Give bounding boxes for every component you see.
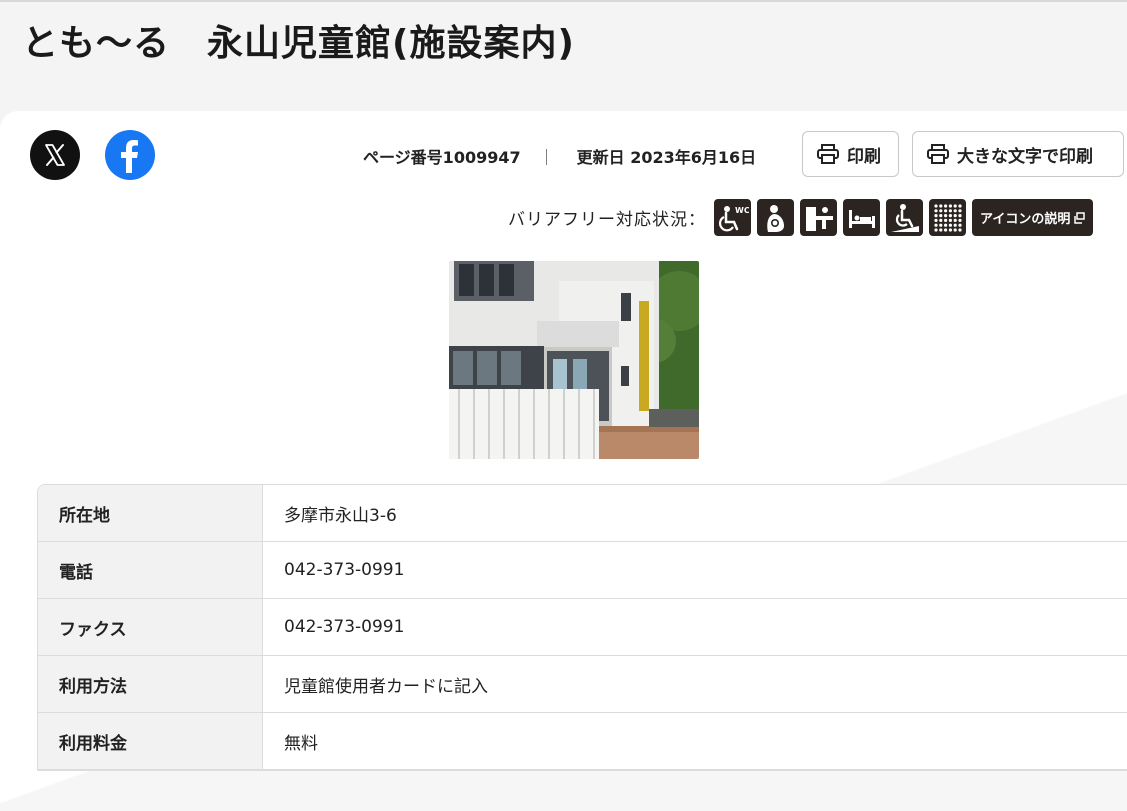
icon-description-label: アイコンの説明 [980, 212, 1071, 227]
icon-description-link[interactable]: アイコンの説明 [972, 199, 1094, 236]
phone-value: 042-373-0991 [263, 542, 1127, 599]
facebook-share-link[interactable] [105, 130, 155, 180]
printer-icon [927, 144, 949, 164]
printer-icon [817, 144, 839, 164]
accessible-toilet-icon: WC [714, 199, 751, 236]
table-row: 利用方法 児童館使用者カードに記入 [38, 656, 1127, 713]
bed-icon [843, 199, 880, 236]
usage-method-label: 利用方法 [38, 656, 263, 713]
updated-date: 更新日 2023年6月16日 [576, 148, 757, 167]
usage-fee-label: 利用料金 [38, 713, 263, 770]
large-print-label: 大きな文字で印刷 [957, 146, 1093, 167]
fax-label: ファクス [38, 599, 263, 656]
nursing-room-icon [757, 199, 794, 236]
phone-label: 電話 [38, 542, 263, 599]
table-row: 利用料金 無料 [38, 713, 1127, 770]
page-title: とも〜る 永山児童館(施設案内) [22, 23, 575, 64]
large-print-button[interactable]: 大きな文字で印刷 [912, 131, 1124, 177]
meta-separator: ｜ [538, 148, 555, 167]
usage-method-value: 児童館使用者カードに記入 [263, 656, 1127, 713]
svg-text:WC: WC [735, 206, 749, 215]
building-photo [449, 261, 699, 459]
usage-fee-value: 無料 [263, 713, 1127, 770]
x-logo-icon [45, 144, 65, 166]
facebook-logo-icon [121, 140, 138, 173]
table-row: ファクス 042-373-0991 [38, 599, 1127, 656]
social-share [30, 130, 155, 180]
barrier-free-label: バリアフリー対応状況： [508, 210, 706, 230]
table-row: 所在地 多摩市永山3-6 [38, 485, 1127, 542]
address-label: 所在地 [38, 485, 263, 542]
fax-value: 042-373-0991 [263, 599, 1127, 656]
external-window-icon [1074, 211, 1086, 224]
barrier-free-status: バリアフリー対応状況： WC アイコンの説明 [508, 199, 1094, 236]
page-meta: ページ番号1009947 ｜ 更新日 2023年6月16日 [363, 144, 756, 168]
print-button[interactable]: 印刷 [802, 131, 899, 177]
top-border [0, 0, 1127, 2]
table-row: 電話 042-373-0991 [38, 542, 1127, 599]
low-counter-icon [800, 199, 837, 236]
x-share-link[interactable] [30, 130, 80, 180]
ramp-icon [886, 199, 923, 236]
facility-info-table: 所在地 多摩市永山3-6 電話 042-373-0991 ファクス 042-37… [37, 484, 1127, 771]
page-number: ページ番号1009947 [363, 148, 521, 167]
braille-block-icon [929, 199, 966, 236]
address-value: 多摩市永山3-6 [263, 485, 1127, 542]
print-label: 印刷 [847, 146, 881, 167]
